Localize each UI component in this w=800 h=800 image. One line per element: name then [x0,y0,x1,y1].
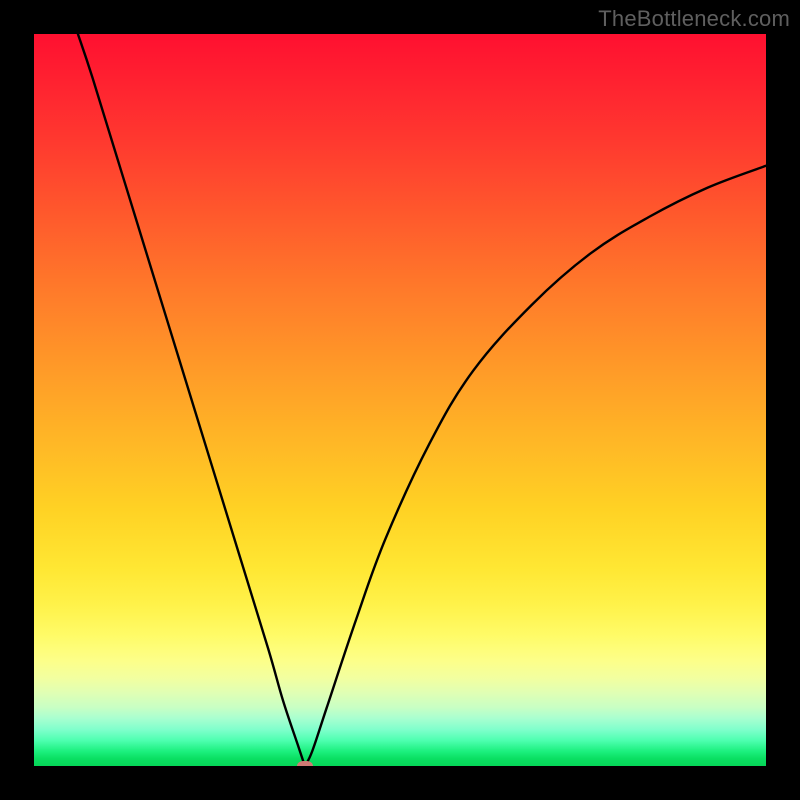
plot-area [34,34,766,766]
bottleneck-curve [34,34,766,766]
optimum-marker [297,761,313,766]
watermark-text: TheBottleneck.com [598,6,790,32]
chart-frame: TheBottleneck.com [0,0,800,800]
